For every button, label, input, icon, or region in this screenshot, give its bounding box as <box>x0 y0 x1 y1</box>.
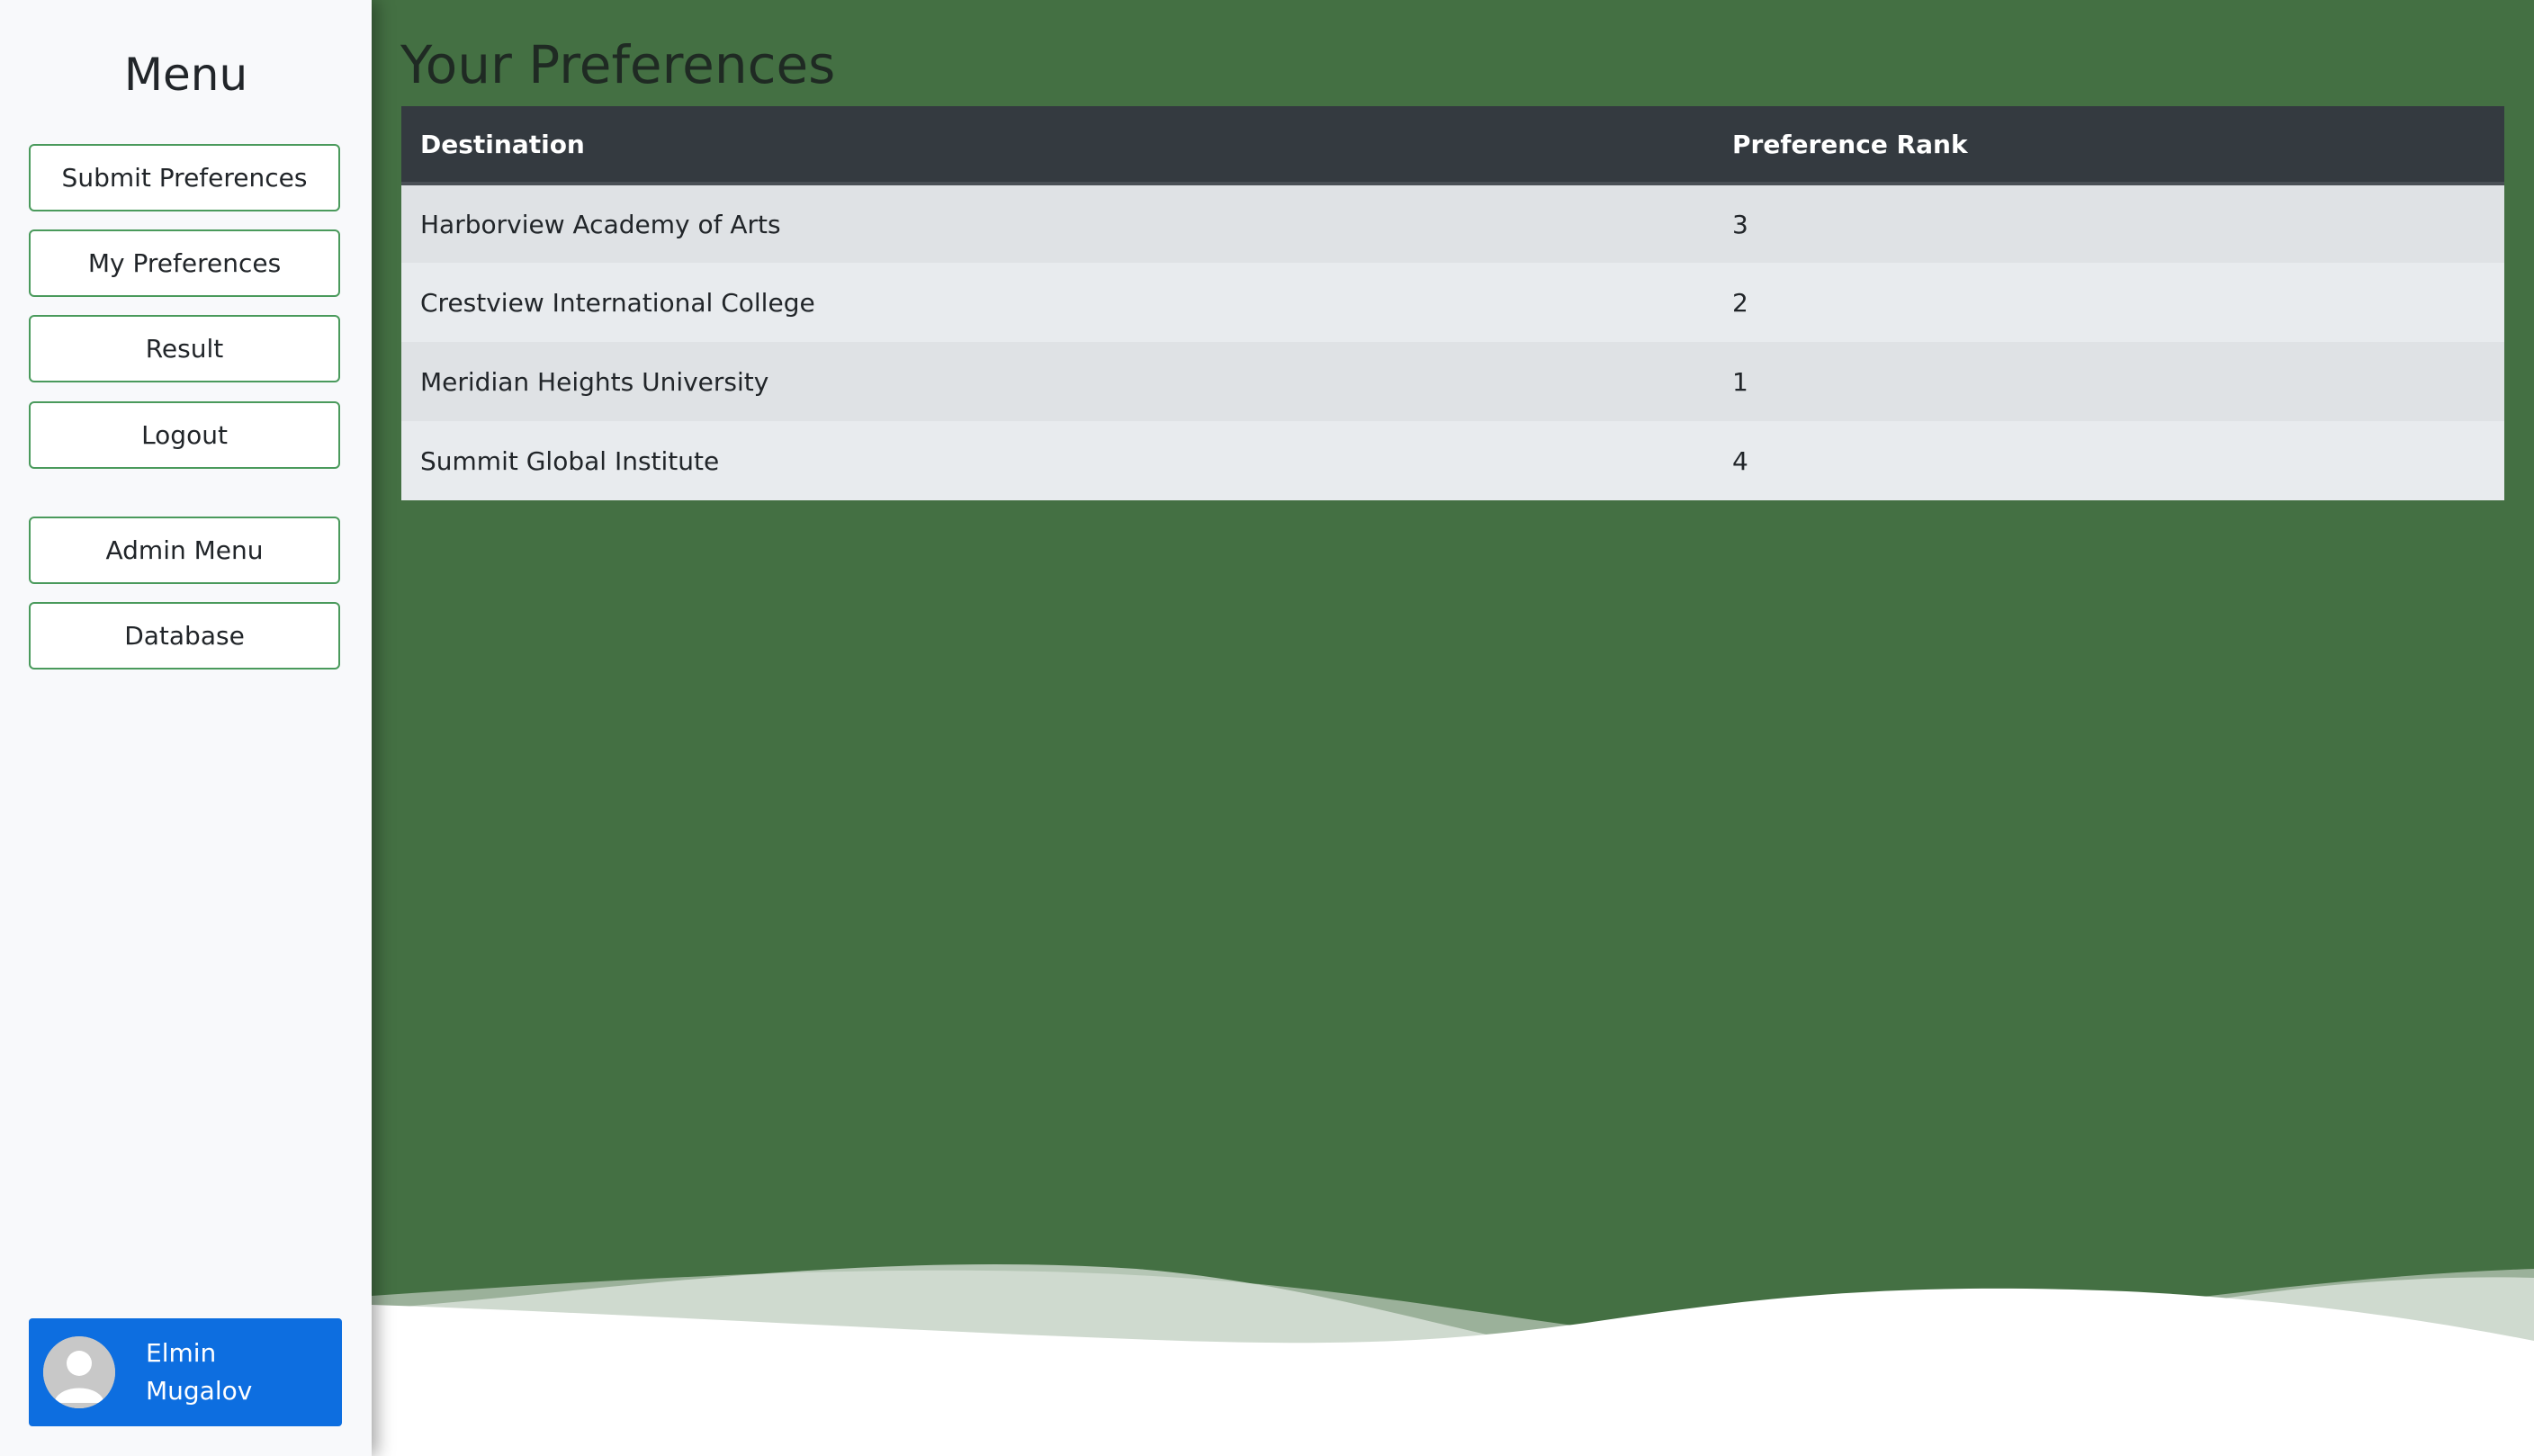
destination-cell: Harborview Academy of Arts <box>420 209 781 239</box>
rank-cell: 2 <box>1732 287 1748 318</box>
sidebar: Menu Submit Preferences My Preferences R… <box>0 0 372 1456</box>
logout-button[interactable]: Logout <box>29 401 340 469</box>
column-header-preference-rank: Preference Rank <box>1732 129 1968 159</box>
my-preferences-button[interactable]: My Preferences <box>29 229 340 297</box>
table-header-row: Destination Preference Rank <box>401 106 2504 184</box>
destination-cell: Summit Global Institute <box>420 445 720 476</box>
table-row: Harborview Academy of Arts 3 <box>401 184 2504 263</box>
menu-title: Menu <box>123 49 248 101</box>
table-row: Meridian Heights University 1 <box>401 342 2504 421</box>
rank-cell: 4 <box>1732 445 1748 476</box>
user-avatar-icon <box>43 1336 115 1408</box>
submit-preferences-button[interactable]: Submit Preferences <box>29 144 340 211</box>
result-button[interactable]: Result <box>29 315 340 382</box>
destination-cell: Crestview International College <box>420 287 815 318</box>
admin-menu-button[interactable]: Admin Menu <box>29 517 340 584</box>
decorative-waves <box>372 1263 2534 1456</box>
user-card[interactable]: Elmin Mugalov <box>29 1318 342 1426</box>
table-row: Summit Global Institute 4 <box>401 421 2504 500</box>
rank-cell: 1 <box>1732 366 1748 397</box>
table-row: Crestview International College 2 <box>401 263 2504 342</box>
preferences-table: Destination Preference Rank Harborview A… <box>401 106 2504 500</box>
user-name: Elmin Mugalov <box>146 1335 326 1410</box>
app-root: Menu Submit Preferences My Preferences R… <box>0 0 2534 1456</box>
user-first-name: Elmin <box>146 1338 217 1368</box>
column-header-destination: Destination <box>420 129 585 159</box>
user-last-name: Mugalov <box>146 1376 253 1406</box>
page-title: Your Preferences <box>400 34 836 95</box>
rank-cell: 3 <box>1732 209 1748 239</box>
destination-cell: Meridian Heights University <box>420 366 769 397</box>
database-button[interactable]: Database <box>29 602 340 670</box>
